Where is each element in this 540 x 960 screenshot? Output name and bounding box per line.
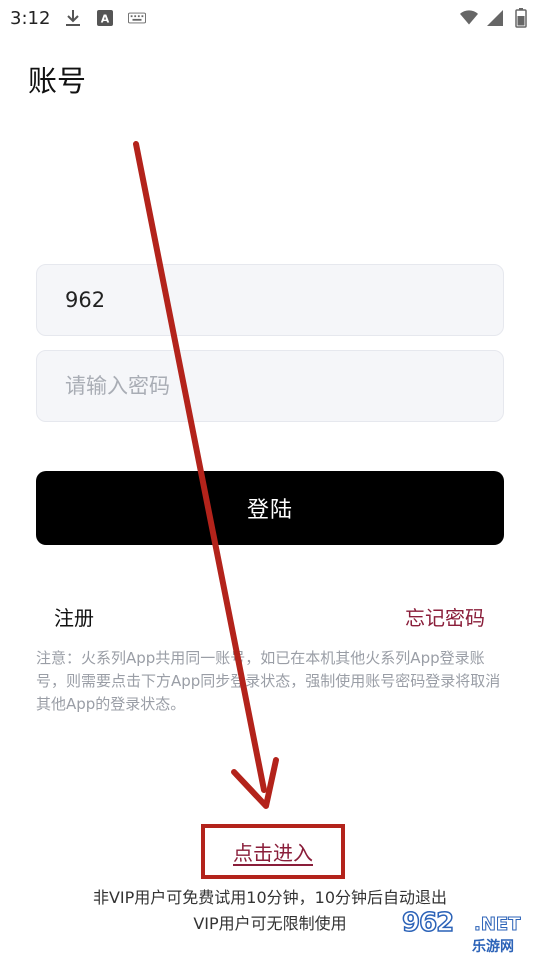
watermark-sub: 乐游网 xyxy=(472,939,514,955)
watermark-brand: 962 xyxy=(401,907,455,939)
register-link[interactable]: 注册 xyxy=(54,602,94,631)
download-icon xyxy=(64,9,82,27)
login-button[interactable]: 登陆 xyxy=(36,471,504,545)
status-bar: 3:12 A xyxy=(0,0,540,36)
username-field[interactable] xyxy=(36,264,504,336)
status-time: 3:12 xyxy=(10,7,51,29)
password-field[interactable] xyxy=(36,350,504,422)
battery-icon xyxy=(512,8,530,28)
enter-highlight-box: 点击进入 xyxy=(201,824,345,879)
page-title: 账号 xyxy=(28,64,87,98)
svg-text:A: A xyxy=(101,13,110,26)
keyboard-icon xyxy=(128,9,147,27)
notice-text: 注意：火系列App共用同一账号，如已在本机其他火系列App登录账号，则需要点击下… xyxy=(36,649,501,713)
signal-icon xyxy=(486,9,504,27)
wifi-icon xyxy=(460,9,478,27)
username-input[interactable] xyxy=(63,287,477,313)
password-input[interactable] xyxy=(63,373,477,399)
forgot-password-link[interactable]: 忘记密码 xyxy=(405,602,485,631)
watermark-logo: 962 .NET 乐游网 xyxy=(401,907,534,956)
enter-link[interactable]: 点击进入 xyxy=(233,837,313,866)
watermark-suffix: .NET xyxy=(473,914,521,936)
status-right xyxy=(460,8,530,28)
status-left: 3:12 A xyxy=(10,7,147,29)
a-keyboard-icon: A xyxy=(96,9,114,27)
